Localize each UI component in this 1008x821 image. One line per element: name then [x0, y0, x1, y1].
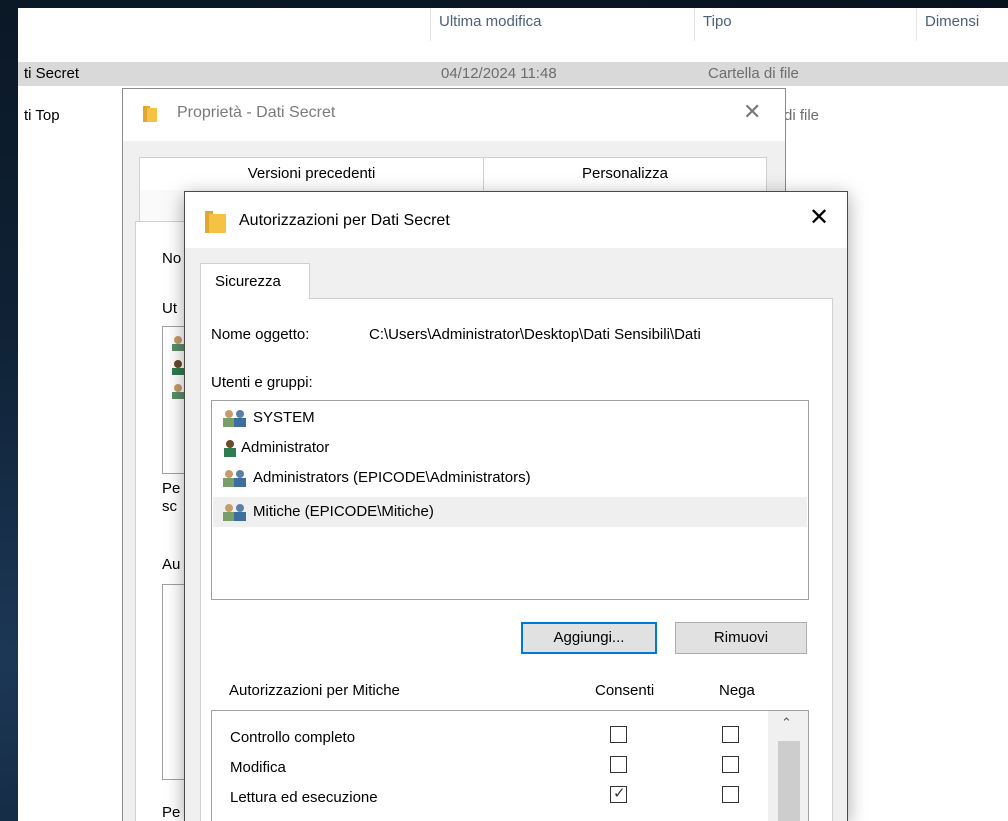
tab-customize[interactable]: Personalizza: [484, 158, 766, 190]
allow-column-header: Consenti: [595, 682, 655, 699]
column-header-size[interactable]: Dimensi: [916, 8, 1008, 41]
permissions-for-label: Autorizzazioni per Mitiche: [229, 682, 400, 699]
user-icon: [172, 360, 184, 375]
allow-checkbox[interactable]: ✓: [610, 785, 627, 803]
permissions-titlebar: Autorizzazioni per Dati Secret ✕: [185, 192, 847, 248]
scroll-thumb[interactable]: [778, 741, 800, 821]
user-name: Mitiche (EPICODE\Mitiche): [253, 503, 434, 520]
deny-checkbox[interactable]: [722, 726, 739, 743]
chevron-up-icon[interactable]: ⌃: [781, 715, 792, 731]
folder-icon: [205, 211, 226, 233]
peek-label: No: [162, 250, 182, 267]
list-item[interactable]: Mitiche (EPICODE\Mitiche): [213, 497, 807, 527]
peek-label: sc: [162, 498, 177, 515]
file-modified: 04/12/2024 11:48: [441, 65, 557, 82]
file-name: ti Top: [24, 107, 60, 124]
column-header-modified[interactable]: Ultima modifica: [430, 8, 694, 41]
group-icon: [223, 470, 246, 487]
file-name: ti Secret: [24, 65, 80, 82]
file-row[interactable]: ti Secret 04/12/2024 11:48 Cartella di f…: [18, 62, 1008, 86]
properties-titlebar: Proprietà - Dati Secret ✕: [123, 89, 785, 141]
object-name-value: C:\Users\Administrator\Desktop\Dati Sens…: [369, 326, 701, 343]
properties-title: Proprietà - Dati Secret: [177, 104, 336, 121]
group-icon: [223, 410, 246, 427]
permissions-title: Autorizzazioni per Dati Secret: [239, 212, 450, 229]
peek-label: Au: [162, 556, 181, 573]
permission-label: Modifica: [230, 759, 286, 776]
deny-checkbox[interactable]: [722, 786, 739, 803]
remove-button[interactable]: Rimuovi: [675, 622, 807, 654]
column-header-type[interactable]: Tipo: [694, 8, 916, 41]
allow-checkbox[interactable]: [610, 726, 627, 743]
peek-label: Pe: [162, 480, 181, 497]
group-icon: [223, 504, 246, 521]
list-item[interactable]: Administrators (EPICODE\Administrators): [213, 463, 807, 493]
add-button[interactable]: Aggiungi...: [521, 622, 657, 654]
users-groups-label: Utenti e gruppi:: [211, 374, 313, 391]
user-name: Administrators (EPICODE\Administrators): [253, 469, 531, 486]
deny-checkbox[interactable]: [722, 756, 739, 773]
group-icon: [172, 384, 184, 399]
peek-label: Pe: [162, 804, 181, 821]
checkmark-icon: ✓: [613, 785, 626, 802]
permissions-dialog: Autorizzazioni per Dati Secret ✕ Sicurez…: [184, 191, 848, 821]
column-headers: Ultima modifica Tipo Dimensi: [18, 8, 1008, 41]
list-item[interactable]: Administrator: [213, 433, 807, 463]
users-groups-list[interactable]: SYSTEM Administrator Administrators (EPI…: [211, 400, 809, 600]
group-icon: [172, 336, 184, 351]
file-type: Cartella di file: [708, 65, 799, 82]
allow-checkbox[interactable]: [610, 756, 627, 773]
close-icon[interactable]: ✕: [743, 99, 761, 125]
user-name: Administrator: [241, 439, 330, 456]
permission-label: Lettura ed esecuzione: [230, 789, 378, 806]
user-name: SYSTEM: [253, 409, 315, 426]
permissions-list: Controllo completo Modifica Lettura ed e…: [211, 710, 809, 821]
object-name-label: Nome oggetto:: [211, 326, 310, 343]
deny-column-header: Nega: [719, 682, 755, 699]
tab-previous-versions[interactable]: Versioni precedenti: [140, 158, 483, 190]
folder-icon: [143, 106, 157, 122]
list-item[interactable]: SYSTEM: [213, 403, 807, 433]
permission-label: Controllo completo: [230, 729, 356, 746]
properties-tab-row: Versioni precedenti Personalizza: [139, 157, 767, 191]
peek-label: Ut: [162, 300, 177, 317]
close-icon[interactable]: ✕: [809, 206, 829, 230]
scrollbar[interactable]: ⌃: [768, 711, 808, 821]
tab-security[interactable]: Sicurezza: [200, 263, 310, 299]
file-type: di file: [784, 107, 820, 124]
